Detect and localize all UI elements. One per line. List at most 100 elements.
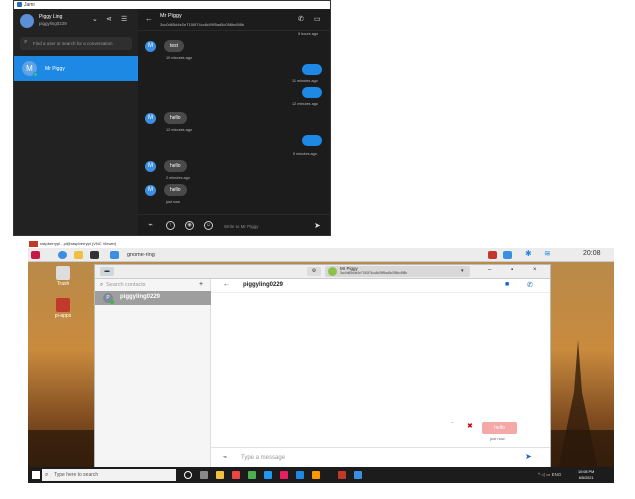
online-indicator [110,300,114,304]
task-view-icon[interactable] [200,471,208,479]
message-input[interactable]: Write to Mr Piggy [224,224,258,229]
jami-window: Jami Piggy Ling piggyling0229 ⌄ ⋖ ☰ ⌕ Fi… [13,0,331,236]
account-avatar[interactable] [20,14,34,28]
menu-icon[interactable]: ▬ [100,267,114,276]
search-icon: ⌕ [45,472,49,478]
minimize-icon[interactable]: – [488,267,491,273]
incoming-message: hello [164,112,187,124]
jami-taskbar-icon[interactable] [110,251,119,259]
settings-icon[interactable]: ⚙ [307,267,321,276]
jami-icon[interactable] [354,471,362,479]
pi-apps-icon [56,298,70,312]
peer-name: Mr Piggy [160,13,182,19]
back-arrow-icon[interactable]: ← [145,14,153,23]
message-avatar: M [145,161,156,172]
desktop-icon-pi-apps[interactable]: pi-apps [48,298,78,319]
outgoing-message: hello [482,422,517,434]
message-time: 12 minutes ago [166,128,192,132]
conversation-item[interactable]: M Mr Piggy [14,56,138,81]
send-icon[interactable]: ➤ [314,221,321,230]
trash-icon [56,266,70,280]
account-selector[interactable]: Mr Piggy 3cc0d65d4e2e7150f74cc8c09f5ad5c… [325,266,470,277]
system-tray[interactable]: ^ ◁ ▭ ENG [538,472,561,478]
terminal-icon[interactable] [90,251,99,259]
video-call-icon[interactable]: ▭ [314,15,321,23]
wifi-icon[interactable]: ≋ [544,250,553,258]
back-arrow-icon[interactable]: ← [223,281,230,288]
video-call-icon[interactable]: ■ [505,281,509,288]
add-contact-icon[interactable]: + [199,281,203,288]
app-icon[interactable] [264,471,272,479]
line-icon[interactable] [248,471,256,479]
search-input[interactable]: ⌕ Find a user or search for a conversati… [20,37,132,50]
desktop-icon-label: Trash [56,281,70,287]
vnc-viewer-icon[interactable] [338,471,346,479]
raspberry-menu-icon[interactable] [31,251,40,259]
contact-name: piggyling0229 [120,294,161,300]
failed-send-icon[interactable]: ✖ [467,422,473,430]
windows-start-icon[interactable] [32,471,40,479]
message-time: 10 minutes ago [166,56,192,60]
bluetooth-icon[interactable]: ✱ [525,250,534,258]
attach-icon[interactable]: ⌁ [223,453,227,461]
maximize-icon[interactable]: ▪ [511,267,513,273]
gnome-ring-sidebar: ⌕ Search contacts + P piggyling0229 [95,279,211,467]
share-icon[interactable]: ⋖ [106,16,112,24]
cortana-icon[interactable] [184,471,192,479]
message-time: 11 minutes ago [292,79,318,83]
chat-panel: ← Mr Piggy 3cc0d65d4e2e7150f74cc8c09f5ad… [138,9,330,235]
emoji-icon[interactable]: ☺ [204,221,213,230]
contact-item[interactable]: P piggyling0229 [95,291,211,305]
taskbar-search-placeholder: Type here to search [54,472,99,478]
browser-icon[interactable] [58,251,67,259]
folder-icon[interactable] [74,251,83,259]
message-avatar: M [145,185,156,196]
search-icon: ⌕ [24,39,28,45]
taskbar-date: 6/5/2021 [578,476,594,480]
message-time: 5 minutes ago [293,152,317,156]
phone-icon[interactable]: ✆ [527,281,533,289]
account-name: Piggy Ling [39,14,63,20]
chevron-down-icon[interactable]: ⌄ [92,16,98,24]
file-explorer-icon[interactable] [216,471,224,479]
taskbar-search[interactable]: ⌕ Type here to search [42,469,176,481]
upload-icon[interactable]: ↑ [166,221,175,230]
app-icon[interactable] [280,471,288,479]
raspberry-panel: gnome-ring ✱ ≋ 20:08 [28,248,614,262]
message-avatar: M [145,113,156,124]
outgoing-message [302,87,322,98]
peer-name: piggyling0229 [243,282,284,288]
audio-message-icon[interactable]: ◉ [185,221,194,230]
desktop-icon-trash[interactable]: Trash [48,266,78,287]
attach-icon[interactable]: ⌁ [146,221,155,230]
vnc-logo-icon [29,241,38,247]
message-time: 12 minutes ago [292,102,318,106]
chevron-down-icon: ▾ [461,268,464,274]
chrome-icon[interactable] [232,471,240,479]
message-time: 2 minutes ago [166,176,190,180]
account-header[interactable]: Piggy Ling piggyling0229 ⌄ ⋖ ☰ [14,9,138,33]
peer-id: 3cc0d65d4e2e7150f74cc8c09f5ad5c056bc5f8b [160,22,245,27]
send-icon[interactable]: ➤ [525,452,532,461]
message-time: 5 hours ago [298,32,319,36]
gnome-ring-window: ▬ ⚙ Mr Piggy 3cc0d65d4e2e7150f74cc8c09f5… [94,264,551,468]
app-icon[interactable] [312,471,320,479]
search-contacts-input[interactable]: ⌕ Search contacts [100,282,146,289]
tray-app-icon[interactable] [488,251,497,259]
panel-clock: 20:08 [583,250,601,257]
app-icon[interactable] [296,471,304,479]
search-placeholder: Find a user or search for a conversation [33,41,113,46]
close-icon[interactable]: × [533,267,537,273]
jami-tray-icon[interactable] [503,251,512,259]
phone-icon[interactable]: ✆ [298,15,304,23]
outgoing-message [302,64,322,75]
contact-name: Mr Piggy [45,66,65,72]
jami-logo-icon [17,2,22,8]
taskbar-app-gnome-ring[interactable]: gnome-ring [124,250,224,260]
account-avatar [328,267,337,276]
message-input[interactable]: Type a message [241,455,285,461]
taskbar-clock: 10:08 PM 6/5/2021 [578,469,594,481]
gnome-ring-chat: ← piggyling0229 ■ ✆ – ✖ hello just now ⌁… [211,279,550,467]
message-composer: ⌁ Type a message ➤ [211,447,550,467]
settings-icon[interactable]: ☰ [121,16,127,24]
